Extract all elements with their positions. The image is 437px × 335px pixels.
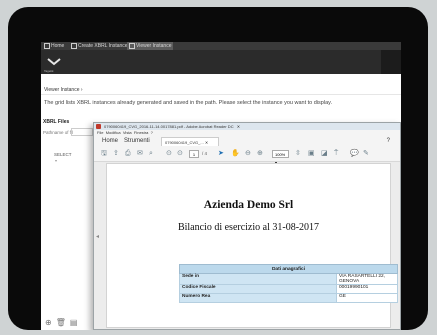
acrobat-icon: [96, 124, 101, 129]
acrobat-toolbar: 🖫 ⇪ ⎙ ✉ ⌕ ⊙ ⊙ 1 / 4 ➤ ✋ ⊖ ⊕ 100% ▾ ⇳ ▣ ◪…: [94, 147, 400, 165]
app-logo-label: Tagetik: [44, 69, 54, 73]
row-key: Codice Fiscale: [179, 284, 337, 294]
tablet-frame: Home Create XBRL Instance Viewer Instanc…: [8, 7, 428, 330]
upload-icon[interactable]: ⇪: [113, 150, 119, 158]
app-bar: Tagetik: [41, 50, 401, 74]
zoom-select[interactable]: 100% ▾: [272, 150, 289, 165]
company-name: Azienda Demo Srl: [203, 199, 294, 211]
comment-icon[interactable]: 💬: [350, 150, 359, 158]
fit-page-icon[interactable]: ⇳: [295, 150, 301, 158]
add-icon[interactable]: ⊕: [45, 318, 56, 327]
viewer-header: Viewer Instance ›: [41, 86, 401, 95]
acrobat-window-title: 0790060419_CVG_2016-11-14.0017881.pdf - …: [104, 124, 234, 129]
table-row: Sede in VIA RASARTELLI 22, GENOVA: [179, 273, 398, 285]
pathname-label: Pathname of fil: [43, 130, 74, 135]
close-icon[interactable]: ✕: [237, 124, 240, 129]
zoom-in-icon[interactable]: ⊕: [257, 150, 263, 158]
acrobat-window: 0790060419_CVG_2016-11-14.0017881.pdf - …: [93, 122, 401, 330]
breadcrumb-home[interactable]: Home: [42, 42, 66, 50]
save-icon[interactable]: 🖫: [101, 150, 107, 158]
viewer-title: Viewer Instance: [44, 87, 80, 93]
pdf-page: Azienda Demo Srl Bilancio di esercizio a…: [106, 163, 398, 328]
table-header: Dati anagrafici: [179, 264, 398, 274]
tab-document[interactable]: 0790060419_CVG_... ✕: [161, 137, 219, 146]
mail-icon[interactable]: ✉: [137, 150, 143, 158]
pathname-input[interactable]: [71, 128, 93, 136]
breadcrumb-home-label: Home: [51, 43, 65, 49]
menu-help[interactable]: ?: [151, 130, 153, 135]
xbrl-files-panel: XBRL Files Pathname of fil SELECT ▾ ⊕🗑▤: [41, 118, 93, 330]
panel-title: XBRL Files: [43, 119, 70, 125]
comment-tool-icon[interactable]: ▣: [308, 150, 315, 158]
page-total: / 4: [202, 151, 208, 156]
document-subtitle: Bilancio di esercizio al 31-08-2017: [177, 222, 320, 233]
tab-icon: [71, 42, 77, 49]
tab-icon: [129, 42, 135, 49]
help-icon[interactable]: ?: [387, 136, 390, 147]
breadcrumb-create-label: Create XBRL Instance: [78, 43, 128, 49]
zoom-out-icon[interactable]: ⊖: [245, 150, 251, 158]
screen: Home Create XBRL Instance Viewer Instanc…: [41, 42, 401, 330]
highlight-icon[interactable]: ⍑: [334, 150, 338, 158]
row-value: VIA RASARTELLI 22, GENOVA: [336, 273, 398, 285]
home-icon: [44, 42, 50, 49]
info-text: The grid lists XBRL instances already ge…: [44, 100, 333, 106]
rotate-icon[interactable]: ◪: [321, 150, 328, 158]
dati-anagrafici-table: Dati anagrafici Sede in VIA RASARTELLI 2…: [179, 264, 398, 303]
chevron-right-icon: ›: [80, 87, 83, 93]
select-column-header[interactable]: SELECT: [54, 152, 72, 157]
menu-modifica[interactable]: Modifica: [106, 130, 121, 135]
menu-vista[interactable]: Vista: [123, 130, 132, 135]
page-up-icon[interactable]: ⊙: [166, 150, 172, 158]
search-icon[interactable]: ⌕: [149, 150, 153, 158]
row-key: Numero Rea: [179, 293, 337, 303]
breadcrumb: Home Create XBRL Instance Viewer Instanc…: [41, 42, 401, 50]
acrobat-title-bar: 0790060419_CVG_2016-11-14.0017881.pdf - …: [94, 123, 400, 130]
panel-actions: ⊕🗑▤: [45, 318, 81, 327]
print-icon[interactable]: ⎙: [125, 150, 131, 158]
delete-icon[interactable]: 🗑: [56, 318, 70, 327]
row-key: Sede in: [179, 273, 337, 285]
breadcrumb-create[interactable]: Create XBRL Instance: [69, 42, 130, 50]
pen-icon[interactable]: ✎: [363, 150, 369, 158]
breadcrumb-viewer-label: Viewer Instance: [136, 43, 172, 49]
row-value: GE: [336, 293, 398, 303]
page-number-input[interactable]: 1: [189, 150, 199, 158]
tab-home[interactable]: Home: [102, 136, 118, 147]
side-panel-arrow-icon[interactable]: ◂: [96, 233, 99, 240]
close-icon[interactable]: ✕: [205, 140, 208, 145]
hand-icon[interactable]: ✋: [231, 150, 240, 158]
menu-finestra[interactable]: Finestra: [134, 130, 148, 135]
zoom-value: 100%: [275, 152, 286, 157]
app-bar-action[interactable]: [381, 50, 401, 74]
table-row: Numero Rea GE: [179, 293, 398, 303]
copy-icon[interactable]: ▤: [70, 318, 82, 327]
tab-document-label: 0790060419_CVG_...: [165, 140, 204, 145]
select-cursor-icon[interactable]: ➤: [218, 150, 224, 158]
row-value: 00019990101: [336, 284, 398, 294]
menu-file[interactable]: File: [97, 130, 103, 135]
breadcrumb-viewer[interactable]: Viewer Instance: [127, 42, 174, 50]
table-row: Codice Fiscale 00019990101: [179, 284, 398, 294]
tab-tools[interactable]: Strumenti: [124, 136, 150, 147]
page-down-icon[interactable]: ⊙: [177, 150, 183, 158]
sort-icon[interactable]: ▾: [55, 158, 57, 163]
